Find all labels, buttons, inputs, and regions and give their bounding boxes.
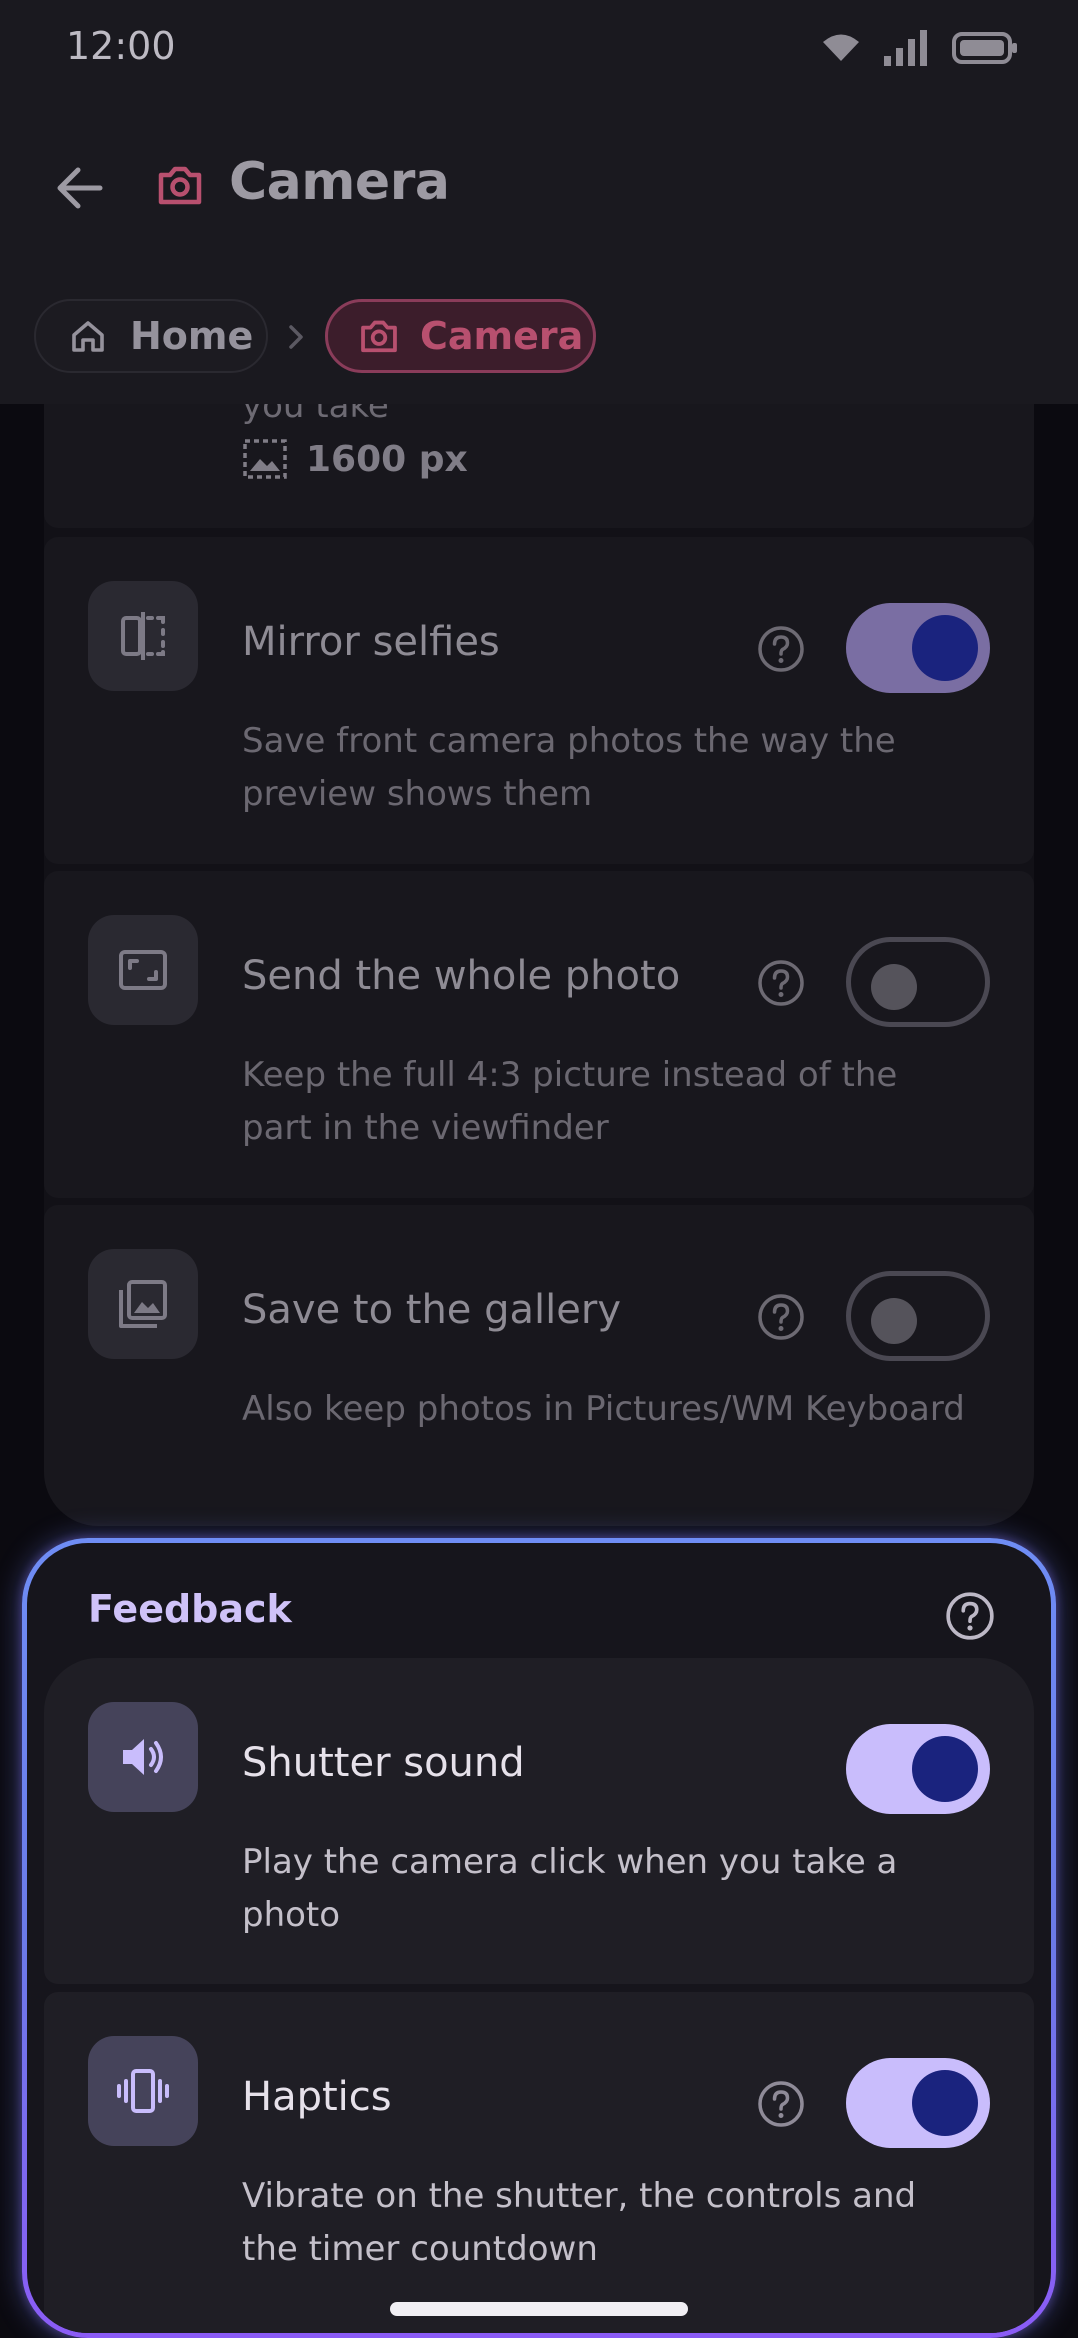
mirror-icon: [88, 581, 198, 691]
toggle-knob: [912, 2070, 978, 2136]
help-icon[interactable]: [756, 1292, 806, 1342]
image-size-icon: [242, 438, 288, 480]
photo-size-card[interactable]: you take 1600 px: [44, 386, 1034, 528]
crop-full-icon: [88, 915, 198, 1025]
setting-title: Haptics: [242, 2074, 392, 2120]
setting-description: Also keep photos in Pictures/WM Keyboard: [242, 1389, 965, 1429]
setting-description: Vibrate on the shutter, the controls and…: [242, 2176, 917, 2269]
vibration-icon: [88, 2036, 198, 2146]
breadcrumb-home-label: Home: [130, 314, 254, 358]
setting-save-to-gallery[interactable]: Save to the gallery Also keep photos in …: [44, 1205, 1034, 1526]
toggle-knob: [871, 1298, 917, 1344]
setting-haptics[interactable]: Haptics Vibrate on the shutter, the cont…: [44, 1992, 1034, 2333]
home-indicator[interactable]: [390, 2302, 688, 2316]
help-icon[interactable]: [756, 2079, 806, 2129]
setting-title: Mirror selfies: [242, 619, 500, 665]
breadcrumb-camera-label: Camera: [420, 314, 584, 358]
status-bar: 12:00: [0, 0, 1078, 96]
camera-icon: [155, 160, 205, 210]
help-icon[interactable]: [756, 958, 806, 1008]
toggle-knob: [871, 964, 917, 1010]
app-bar: Camera Home Camera: [0, 96, 1078, 404]
toggle-knob: [912, 1736, 978, 1802]
setting-description: Play the camera click when you take a ph…: [242, 1842, 898, 1935]
battery-icon: [952, 32, 1018, 64]
page-title: Camera: [229, 152, 450, 212]
status-icons: [822, 30, 1018, 66]
help-icon[interactable]: [756, 624, 806, 674]
save-to-gallery-toggle[interactable]: [846, 1271, 990, 1361]
setting-title: Save to the gallery: [242, 1287, 621, 1333]
signal-icon: [884, 30, 928, 66]
home-icon: [68, 316, 108, 356]
setting-send-whole-photo[interactable]: Send the whole photo Keep the full 4:3 p…: [44, 871, 1034, 1198]
toggle-knob: [912, 615, 978, 681]
shutter-sound-toggle[interactable]: [846, 1724, 990, 1814]
help-icon[interactable]: [944, 1590, 996, 1642]
setting-mirror-selfies[interactable]: Mirror selfies Save front camera photos …: [44, 537, 1034, 864]
arrow-left-icon[interactable]: [50, 158, 110, 218]
status-time: 12:00: [66, 24, 176, 68]
breadcrumb-camera[interactable]: Camera: [325, 299, 596, 373]
gallery-icon: [88, 1249, 198, 1359]
send-whole-photo-toggle[interactable]: [846, 937, 990, 1027]
mirror-selfies-toggle[interactable]: [846, 603, 990, 693]
photo-size-label: 1600 px: [306, 438, 468, 480]
setting-title: Send the whole photo: [242, 953, 681, 999]
section-title: Feedback: [88, 1587, 292, 1631]
camera-icon: [358, 315, 400, 357]
setting-title: Shutter sound: [242, 1740, 525, 1786]
setting-description: Save front camera photos the way the pre…: [242, 721, 896, 814]
setting-description: Keep the full 4:3 picture instead of the…: [242, 1055, 898, 1148]
speaker-icon: [88, 1702, 198, 1812]
chevron-right-icon: [283, 320, 309, 354]
haptics-toggle[interactable]: [846, 2058, 990, 2148]
wifi-icon: [822, 33, 860, 63]
setting-shutter-sound[interactable]: Shutter sound Play the camera click when…: [44, 1658, 1034, 1984]
photo-size-value: 1600 px: [242, 438, 468, 480]
feedback-section: Feedback Shutter sound Play the camera c…: [22, 1538, 1056, 2338]
settings-list[interactable]: you take 1600 px Mirror selfies Save fro…: [0, 386, 1078, 2338]
breadcrumb-home[interactable]: Home: [34, 299, 268, 373]
